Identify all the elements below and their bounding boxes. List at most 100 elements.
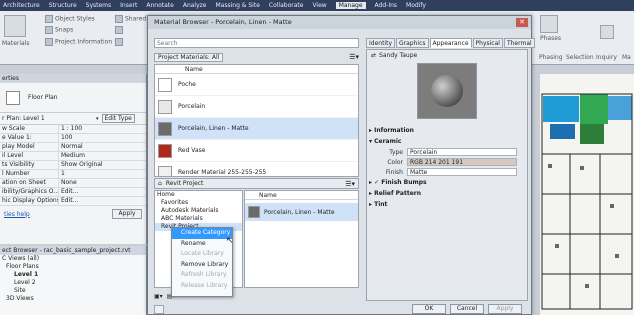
property-value[interactable]: 100	[58, 134, 146, 142]
drawing-canvas[interactable]	[540, 74, 634, 315]
tab-modify[interactable]: Modify	[406, 2, 426, 9]
object-styles-button[interactable]: Object Styles	[45, 15, 95, 23]
material-preview[interactable]	[417, 63, 477, 119]
materials-button[interactable]: Materials	[2, 40, 30, 47]
property-value[interactable]: 1	[58, 170, 146, 178]
property-row: il Level Medium	[0, 152, 146, 161]
tab-massing-site[interactable]: Massing & Site	[216, 2, 260, 9]
tree-item[interactable]: Site	[0, 287, 146, 295]
library-view-icon[interactable]: ☰▾	[345, 180, 355, 188]
tab-analyze[interactable]: Analyze	[183, 2, 207, 9]
property-label: w Scale	[2, 125, 25, 132]
library-bar: ⌂ Revit Project ☰▾	[154, 178, 359, 189]
tab-manage[interactable]: Manage	[335, 2, 366, 9]
library-breadcrumb[interactable]: Revit Project	[166, 180, 204, 187]
tab-structure[interactable]: Structure	[49, 2, 77, 9]
material-row[interactable]: Red Vase	[155, 140, 358, 162]
shared-button[interactable]: Shared	[115, 15, 146, 23]
material-row[interactable]: Render Material 255-255-255	[155, 162, 358, 176]
type-select[interactable]: Porcelain	[407, 148, 517, 156]
context-menu: Create Category Rename Locate Library Re…	[171, 227, 233, 297]
close-button[interactable]: ✕	[516, 18, 528, 27]
relief-pattern-section[interactable]: ▸ Relief Pattern	[367, 188, 527, 199]
tab-identity[interactable]: Identity	[366, 38, 395, 48]
tab-architecture[interactable]: Architecture	[3, 2, 40, 9]
view-options-icon[interactable]: ☰▾	[349, 53, 359, 61]
property-value[interactable]: 1 : 100	[58, 125, 146, 133]
color-swatch[interactable]: RGB 214 201 191	[407, 158, 517, 166]
ceramic-section[interactable]: ▾ Ceramic	[367, 136, 527, 147]
tree-item[interactable]: 3D Views	[0, 295, 146, 303]
project-materials-filter[interactable]: Project Materials: All	[154, 52, 224, 62]
name-column-header[interactable]: Name	[155, 65, 358, 74]
tab-physical[interactable]: Physical	[472, 38, 503, 48]
menu-item-create-category[interactable]: Create Category	[172, 228, 232, 239]
instance-selector[interactable]: r Plan: Level 1	[0, 115, 96, 122]
search-box[interactable]	[154, 38, 359, 48]
menu-item-refresh-library[interactable]: Refresh Library	[172, 270, 232, 281]
tab-view[interactable]: View	[312, 2, 326, 9]
property-value[interactable]: Edit...	[58, 197, 146, 205]
asset-name: Sandy Taupe	[379, 52, 418, 59]
tab-systems[interactable]: Systems	[86, 2, 112, 9]
material-row[interactable]: Poche	[155, 74, 358, 96]
tab-appearance[interactable]: Appearance	[429, 38, 472, 48]
tree-autodesk-materials[interactable]: Autodesk Materials	[155, 207, 242, 215]
tree-item[interactable]: Floor Plans	[0, 263, 146, 271]
property-value[interactable]: Normal	[58, 143, 146, 151]
expand-toggle-icon[interactable]	[154, 305, 164, 314]
ribbon-button[interactable]	[115, 26, 125, 34]
tree-item[interactable]: Level 2	[0, 279, 146, 287]
tab-add-ins[interactable]: Add-Ins	[375, 2, 397, 9]
property-label: l Number	[2, 170, 30, 177]
search-input[interactable]	[155, 39, 350, 47]
library-list-item[interactable]: Porcelain, Linen - Matte	[245, 203, 358, 221]
tint-section[interactable]: ▸ Tint	[367, 199, 527, 210]
tree-item-level-1[interactable]: Level 1	[0, 271, 146, 279]
properties-help-link[interactable]: ties help	[4, 211, 30, 218]
phases-button[interactable]: Phases	[540, 35, 561, 42]
type-selector[interactable]: Floor Plan	[0, 83, 146, 113]
tab-insert[interactable]: Insert	[120, 2, 137, 9]
project-information-button[interactable]: Project Information	[45, 38, 112, 46]
phases-icon[interactable]	[540, 15, 558, 33]
ribbon-button[interactable]	[115, 38, 125, 46]
tree-home[interactable]: Home	[155, 191, 242, 199]
property-value[interactable]: Medium	[58, 152, 146, 160]
apply-button[interactable]: Apply	[112, 209, 142, 219]
tree-item[interactable]: C Views (all)	[0, 255, 146, 263]
library-name-header[interactable]: Name	[245, 191, 358, 200]
property-value[interactable]: None	[58, 179, 146, 187]
material-row[interactable]: Porcelain, Linen - Matte	[155, 118, 358, 140]
edit-type-button[interactable]: Edit Type	[101, 114, 135, 123]
material-row[interactable]: Porcelain	[155, 96, 358, 118]
finish-select[interactable]: Matte	[407, 168, 517, 176]
inquiry-icon[interactable]	[600, 25, 614, 39]
material-swatch	[158, 143, 172, 158]
tab-thermal[interactable]: Thermal	[503, 38, 535, 48]
property-value[interactable]: Edit...	[58, 188, 146, 196]
snaps-button[interactable]: Snaps	[45, 26, 73, 34]
material-swatch	[158, 165, 172, 176]
menu-item-remove-library[interactable]: Remove Library	[172, 260, 232, 271]
materials-icon[interactable]	[4, 15, 26, 37]
menu-item-locate-library[interactable]: Locate Library	[172, 249, 232, 260]
property-value[interactable]: Show Original	[58, 161, 146, 169]
tree-abc-materials[interactable]: ABC Materials	[155, 215, 242, 223]
tab-annotate[interactable]: Annotate	[146, 2, 173, 9]
property-row: ation on Sheet None	[0, 179, 146, 188]
home-icon[interactable]: ⌂	[158, 180, 162, 187]
dropdown-icon[interactable]: ▾	[96, 116, 99, 122]
tab-graphics[interactable]: Graphics	[396, 38, 429, 48]
finish-bumps-section[interactable]: ▸ ✓ Finish Bumps	[367, 177, 527, 188]
tree-favorites[interactable]: Favorites	[155, 199, 242, 207]
information-section[interactable]: ▸ Information	[367, 125, 527, 136]
create-material-icon[interactable]: ▣▾	[154, 293, 163, 300]
cancel-button[interactable]: Cancel	[450, 304, 484, 314]
ok-button[interactable]: OK	[412, 304, 446, 314]
tab-collaborate[interactable]: Collaborate	[269, 2, 304, 9]
menu-item-release-library[interactable]: Release Library	[172, 281, 232, 292]
apply-button[interactable]: Apply	[488, 304, 522, 314]
menu-item-rename[interactable]: Rename	[172, 239, 232, 250]
asset-swap-icon[interactable]: ⇄	[371, 52, 376, 59]
